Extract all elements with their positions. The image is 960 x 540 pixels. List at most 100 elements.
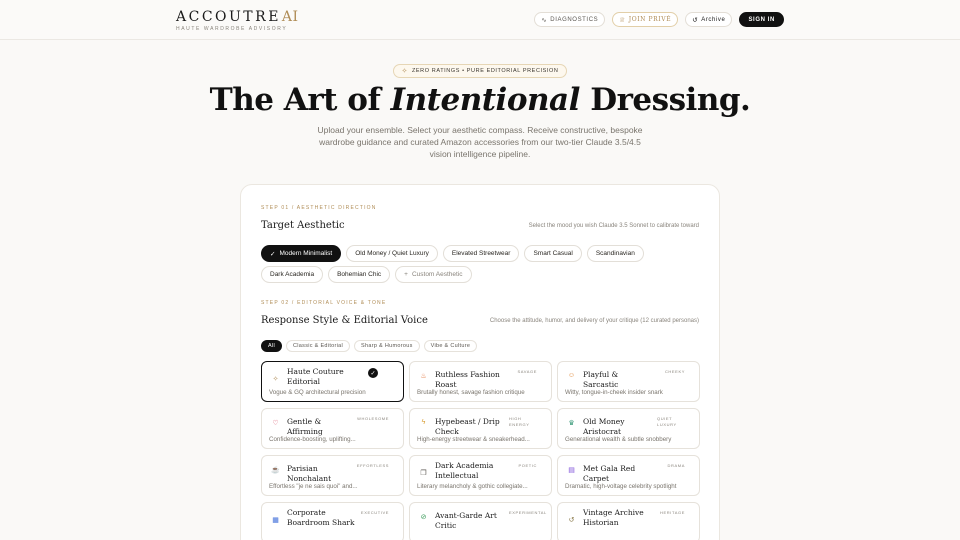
persona-card[interactable]: ❐ Dark Academia Intellectual POETIC Literar…	[409, 455, 552, 496]
compass-icon: ⊘	[420, 513, 427, 521]
aesthetic-chip[interactable]: Smart Casual	[524, 245, 582, 262]
persona-card[interactable]: ⊘ Avant-Garde Art Critic EXPERIMENTAL	[409, 502, 552, 540]
heart-icon: ♡	[272, 419, 279, 427]
brand-ai-suffix: AI	[281, 9, 299, 25]
diagnostics-label: DIAGNOSTICS	[550, 16, 599, 23]
persona-description: Effortless "je ne sais quoi" and...	[269, 483, 358, 490]
persona-tag: EXECUTIVE	[360, 510, 389, 515]
target-aesthetic-title: Target Aesthetic	[261, 220, 345, 231]
persona-filter-tab[interactable]: Sharp & Humorous	[354, 340, 420, 352]
plus-icon: +	[404, 271, 408, 278]
persona-description: Dramatic, high-voltage celebrity spotlig…	[565, 483, 677, 490]
persona-tag: DRAMA	[667, 463, 685, 468]
building-icon: ▦	[272, 516, 279, 524]
persona-description: Vogue & GQ architectural precision	[269, 389, 366, 396]
book-icon: ❐	[420, 469, 427, 477]
aesthetic-chip[interactable]: Scandinavian	[586, 245, 644, 262]
history-icon: ↺	[568, 516, 575, 524]
aesthetic-chip[interactable]: Elevated Streetwear	[442, 245, 520, 262]
join-prive-label: JOIN PRIVÉ	[628, 16, 672, 23]
aesthetic-chip[interactable]: + Custom Aesthetic	[395, 266, 472, 283]
coffee-icon: ☕	[271, 466, 280, 474]
flame-icon: ♨	[420, 372, 427, 380]
persona-name: Corporate Boardroom Shark	[287, 508, 355, 527]
header-nav: ∿ DIAGNOSTICS ♕ JOIN PRIVÉ ↺ Archive SIG…	[534, 12, 784, 27]
persona-name: Hypebeast / Drip Check	[435, 417, 500, 436]
smile-icon: ☺	[567, 372, 576, 379]
persona-name: Haute Couture Editorial	[287, 367, 344, 386]
join-prive-button[interactable]: ♕ JOIN PRIVÉ	[612, 12, 679, 27]
persona-card[interactable]: ☺ Playful & Sarcastic CHEEKY Witty, tongue-…	[557, 361, 700, 402]
brand-name: ACCOUTRE	[176, 9, 281, 25]
sparkle-icon: ✧	[272, 375, 279, 383]
aesthetic-chip-label: Elevated Streetwear	[451, 250, 511, 257]
persona-filter-tab[interactable]: Vibe & Culture	[423, 340, 478, 352]
persona-tag: EFFORTLESS	[356, 463, 389, 468]
persona-name: Ruthless Fashion Roast	[435, 370, 500, 389]
hero-subtitle: Upload your ensemble. Select your aesthe…	[317, 125, 643, 159]
persona-filter-tab[interactable]: Classic & Editorial	[286, 340, 351, 352]
persona-card[interactable]: ✧ Haute Couture Editorial ✓ Vogue & GQ arch…	[261, 361, 404, 402]
step-2-label: STEP 02 / EDITORIAL VOICE & TONE	[261, 300, 387, 306]
persona-description: Confidence-boosting, uplifting...	[269, 436, 356, 443]
persona-name: Playful & Sarcastic	[583, 370, 619, 389]
persona-card[interactable]: ♡ Gentle & Affirming WHOLESOME Confidence-b…	[261, 408, 404, 449]
persona-name: Gentle & Affirming	[287, 417, 323, 436]
target-aesthetic-hint: Select the mood you wish Claude 3.5 Sonn…	[528, 223, 699, 229]
persona-description: Literary melancholy & gothic collegiate.…	[417, 483, 528, 490]
hero-title-end: Dressing.	[579, 82, 751, 118]
crown-icon: ♛	[568, 419, 575, 427]
step-1-label: STEP 01 / AESTHETIC DIRECTION	[261, 205, 377, 211]
persona-grid: ✧ Haute Couture Editorial ✓ Vogue & GQ arch…	[261, 361, 701, 540]
aesthetic-chip[interactable]: Old Money / Quiet Luxury	[346, 245, 438, 262]
archive-label: Archive	[701, 16, 726, 23]
response-style-hint: Choose the attitude, humor, and delivery…	[489, 318, 699, 324]
persona-tag: POETIC	[518, 463, 537, 468]
selected-check-icon: ✓	[368, 368, 378, 378]
history-icon: ↺	[692, 16, 699, 24]
configuration-card: STEP 01 / AESTHETIC DIRECTION Target Aes…	[240, 184, 720, 540]
aesthetic-chip-label: Old Money / Quiet Luxury	[355, 250, 429, 257]
sparkle-icon: ✧	[401, 68, 408, 75]
persona-name: Avant-Garde Art Critic	[435, 511, 497, 530]
bolt-icon: ϟ	[421, 419, 426, 426]
aesthetic-chip[interactable]: Bohemian Chic	[328, 266, 391, 283]
crown-icon: ♕	[619, 15, 626, 24]
persona-card[interactable]: ϟ Hypebeast / Drip Check HIGH ENERGY High-e…	[409, 408, 552, 449]
persona-card[interactable]: ♨ Ruthless Fashion Roast SAVAGE Brutally ho…	[409, 361, 552, 402]
persona-tag: HERITAGE	[660, 510, 685, 515]
diagnostics-button[interactable]: ∿ DIAGNOSTICS	[534, 12, 606, 27]
pulse-icon: ∿	[541, 16, 548, 24]
persona-tag: EXPERIMENTAL	[509, 510, 547, 515]
persona-card[interactable]: ↺ Vintage Archive Historian HERITAGE	[557, 502, 700, 540]
hero-title-start: The Art of	[209, 82, 391, 118]
persona-name: Vintage Archive Historian	[583, 508, 644, 527]
aesthetic-chip-label: Smart Casual	[533, 250, 573, 257]
aesthetic-chip-label: Scandinavian	[595, 250, 635, 257]
aesthetic-chip-label: Bohemian Chic	[337, 271, 382, 278]
check-icon: ✓	[270, 250, 276, 258]
top-header: ACCOUTRE AI HAUTE WARDROBE ADVISORY ∿ DIA…	[0, 0, 960, 40]
brand-subtitle: HAUTE WARDROBE ADVISORY	[176, 26, 288, 32]
persona-card[interactable]: ☕ Parisian Nonchalant EFFORTLESS Effortless…	[261, 455, 404, 496]
archive-button[interactable]: ↺ Archive	[685, 12, 733, 27]
response-style-title: Response Style & Editorial Voice	[261, 315, 428, 326]
persona-description: Witty, tongue-in-cheek insider snark	[565, 389, 663, 396]
persona-name: Dark Academia Intellectual	[435, 461, 494, 480]
brand-logo[interactable]: ACCOUTRE AI HAUTE WARDROBE ADVISORY	[176, 9, 299, 32]
persona-tag: SAVAGE	[517, 369, 537, 374]
persona-description: Brutally honest, savage fashion critique	[417, 389, 525, 396]
aesthetic-chip[interactable]: Dark Academia	[261, 266, 324, 283]
persona-card[interactable]: ♛ Old Money Aristocrat QUIET LUXURY Generat…	[557, 408, 700, 449]
persona-tag: CHEEKY	[664, 369, 685, 374]
sign-in-button[interactable]: SIGN IN	[739, 12, 784, 27]
hero-badge-text: ZERO RATINGS • PURE EDITORIAL PRECISION	[411, 68, 559, 74]
aesthetic-chip-list: ✓ Modern Minimalist Old Money / Quiet Luxu…	[261, 245, 701, 283]
persona-card[interactable]: ▦ Corporate Boardroom Shark EXECUTIVE	[261, 502, 404, 540]
persona-card[interactable]: ▤ Met Gala Red Carpet DRAMA Dramatic, high-…	[557, 455, 700, 496]
persona-filter-tabs: All Classic & Editorial Sharp & Humorous Vi…	[261, 340, 478, 352]
persona-filter-tab[interactable]: All	[261, 340, 283, 352]
hero-title-emphasis: Intentional	[390, 82, 581, 118]
persona-tag: WHOLESOME	[357, 416, 389, 421]
aesthetic-chip[interactable]: ✓ Modern Minimalist	[261, 245, 342, 262]
